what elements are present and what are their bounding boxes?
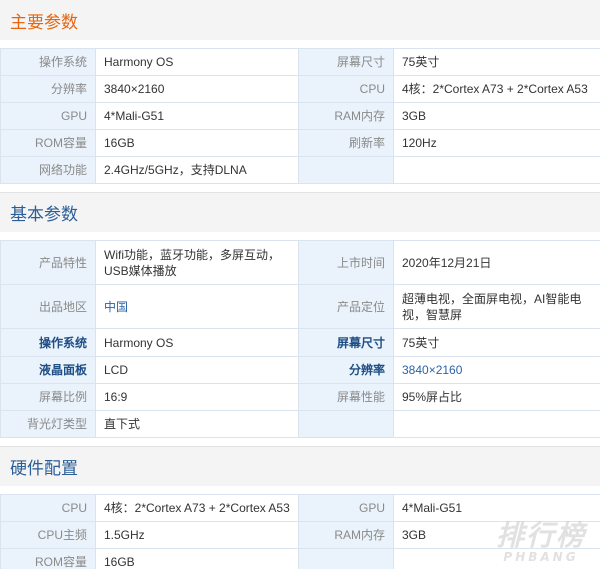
param-value: 95%屏占比	[393, 383, 600, 411]
param-value: 16GB	[95, 548, 299, 569]
param-value: 2020年12月21日	[393, 240, 600, 285]
param-value: 1.5GHz	[95, 521, 299, 549]
param-key: 屏幕性能	[298, 383, 394, 411]
param-value: 75英寸	[393, 48, 600, 76]
param-key: 操作系统	[0, 48, 96, 76]
table-row: 操作系统 Harmony OS 屏幕尺寸 75英寸	[0, 328, 600, 357]
param-value: Harmony OS	[95, 48, 299, 76]
param-key: CPU	[298, 75, 394, 103]
param-value: 4*Mali-G51	[393, 494, 600, 522]
hardware-table: CPU 4核：2*Cortex A73 + 2*Cortex A53 GPU 4…	[0, 494, 600, 569]
param-key: GPU	[0, 102, 96, 130]
param-value: 3GB	[393, 521, 600, 549]
param-key: 网络功能	[0, 156, 96, 184]
param-key: ROM容量	[0, 548, 96, 569]
param-key: 屏幕尺寸	[298, 328, 394, 357]
param-key: 背光灯类型	[0, 410, 96, 438]
param-key: 出品地区	[0, 284, 96, 329]
table-row: 网络功能 2.4GHz/5GHz，支持DLNA	[0, 156, 600, 184]
param-value	[393, 410, 600, 438]
table-row: ROM容量 16GB 刷新率 120Hz	[0, 129, 600, 157]
param-key: 液晶面板	[0, 356, 96, 384]
section-hardware: 硬件配置 CPU 4核：2*Cortex A73 + 2*Cortex A53 …	[0, 446, 600, 569]
param-value: Wifi功能，蓝牙功能，多屏互动，USB媒体播放	[95, 240, 299, 285]
param-key: 分辨率	[0, 75, 96, 103]
param-value-link[interactable]: 3840×2160	[393, 356, 600, 384]
param-key	[298, 548, 394, 569]
param-key: 产品特性	[0, 240, 96, 285]
table-row: 操作系统 Harmony OS 屏幕尺寸 75英寸	[0, 48, 600, 76]
param-key: CPU主频	[0, 521, 96, 549]
param-value-link[interactable]: 中国	[95, 284, 299, 329]
param-key: 屏幕比例	[0, 383, 96, 411]
param-key	[298, 410, 394, 438]
param-key: 上市时间	[298, 240, 394, 285]
param-value: 120Hz	[393, 129, 600, 157]
section-basic-params: 基本参数 产品特性 Wifi功能，蓝牙功能，多屏互动，USB媒体播放 上市时间 …	[0, 192, 600, 438]
param-value: 2.4GHz/5GHz，支持DLNA	[95, 156, 299, 184]
table-row: 液晶面板 LCD 分辨率 3840×2160	[0, 356, 600, 384]
param-key: 刷新率	[298, 129, 394, 157]
param-value: 4核：2*Cortex A73 + 2*Cortex A53	[95, 494, 299, 522]
param-value: 4*Mali-G51	[95, 102, 299, 130]
table-row: 屏幕比例 16:9 屏幕性能 95%屏占比	[0, 383, 600, 411]
table-row: 出品地区 中国 产品定位 超薄电视，全面屏电视，AI智能电视，智慧屏	[0, 284, 600, 329]
param-value: 75英寸	[393, 328, 600, 357]
section-title: 硬件配置	[0, 446, 600, 486]
param-value	[393, 548, 600, 569]
param-key: 屏幕尺寸	[298, 48, 394, 76]
main-params-table: 操作系统 Harmony OS 屏幕尺寸 75英寸 分辨率 3840×2160 …	[0, 48, 600, 184]
param-value: 直下式	[95, 410, 299, 438]
param-key: 分辨率	[298, 356, 394, 384]
param-value: 3GB	[393, 102, 600, 130]
param-value: 超薄电视，全面屏电视，AI智能电视，智慧屏	[393, 284, 600, 329]
param-value: Harmony OS	[95, 328, 299, 357]
param-key: CPU	[0, 494, 96, 522]
basic-params-table: 产品特性 Wifi功能，蓝牙功能，多屏互动，USB媒体播放 上市时间 2020年…	[0, 240, 600, 438]
param-key: ROM容量	[0, 129, 96, 157]
table-row: 分辨率 3840×2160 CPU 4核：2*Cortex A73 + 2*Co…	[0, 75, 600, 103]
table-row: ROM容量 16GB	[0, 548, 600, 569]
param-key: RAM内存	[298, 102, 394, 130]
table-row: CPU主频 1.5GHz RAM内存 3GB	[0, 521, 600, 549]
param-value: 16GB	[95, 129, 299, 157]
section-title: 基本参数	[0, 192, 600, 232]
param-value	[393, 156, 600, 184]
param-key: RAM内存	[298, 521, 394, 549]
table-row: CPU 4核：2*Cortex A73 + 2*Cortex A53 GPU 4…	[0, 494, 600, 522]
section-title: 主要参数	[0, 0, 600, 40]
param-key	[298, 156, 394, 184]
param-key: 操作系统	[0, 328, 96, 357]
param-value: 16:9	[95, 383, 299, 411]
param-key: 产品定位	[298, 284, 394, 329]
table-row: 背光灯类型 直下式	[0, 410, 600, 438]
param-value: 4核：2*Cortex A73 + 2*Cortex A53	[393, 75, 600, 103]
param-value: 3840×2160	[95, 75, 299, 103]
section-main-params: 主要参数 操作系统 Harmony OS 屏幕尺寸 75英寸 分辨率 3840×…	[0, 0, 600, 184]
param-value: LCD	[95, 356, 299, 384]
table-row: GPU 4*Mali-G51 RAM内存 3GB	[0, 102, 600, 130]
param-key: GPU	[298, 494, 394, 522]
table-row: 产品特性 Wifi功能，蓝牙功能，多屏互动，USB媒体播放 上市时间 2020年…	[0, 240, 600, 285]
